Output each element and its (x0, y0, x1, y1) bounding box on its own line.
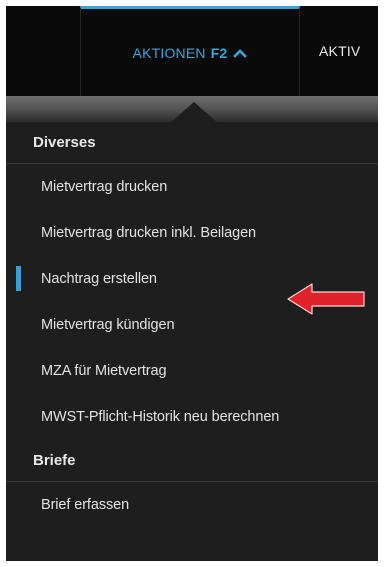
menu-item-label: Mietvertrag drucken inkl. Beilagen (41, 225, 257, 241)
menu-item-mwst-historik[interactable]: MWST-Pflicht-Historik neu berechnen (6, 394, 378, 440)
dropdown-pointer-caret (169, 102, 219, 124)
menu-item-brief-erfassen[interactable]: Brief erfassen (6, 482, 378, 528)
tab-aktionen[interactable]: AKTIONEN F2 (80, 6, 300, 96)
menu-item-label: MWST-Pflicht-Historik neu berechnen (41, 409, 280, 425)
red-arrow-annotation-icon (287, 283, 365, 315)
section-header-briefe: Briefe (6, 440, 378, 482)
menu-item-label: Brief erfassen (41, 497, 130, 513)
section-header-diverses: Diverses (6, 122, 378, 164)
menu-item-label: Mietvertrag drucken (41, 179, 168, 195)
menu-item-label: MZA für Mietvertrag (41, 363, 167, 379)
menu-item-mietvertrag-drucken[interactable]: Mietvertrag drucken (6, 164, 378, 210)
tab-aktionen-shortcut: F2 (210, 44, 228, 61)
chevron-up-icon (233, 48, 248, 58)
menu-item-mietvertrag-drucken-beilagen[interactable]: Mietvertrag drucken inkl. Beilagen (6, 210, 378, 256)
menu-item-label: Mietvertrag kündigen (41, 317, 175, 333)
tab-aktionen-label: AKTIONEN (132, 44, 206, 61)
menu-item-mza-fuer-mietvertrag[interactable]: MZA für Mietvertrag (6, 348, 378, 394)
tab-aktiv-label: AKTIV (319, 43, 361, 59)
tab-aktiv[interactable]: AKTIV (300, 6, 378, 96)
menu-item-label: Nachtrag erstellen (41, 271, 157, 287)
actions-menu: Diverses Mietvertrag drucken Mietvertrag… (6, 122, 378, 528)
top-tab-bar: AKTIONEN F2 AKTIV (6, 6, 378, 96)
